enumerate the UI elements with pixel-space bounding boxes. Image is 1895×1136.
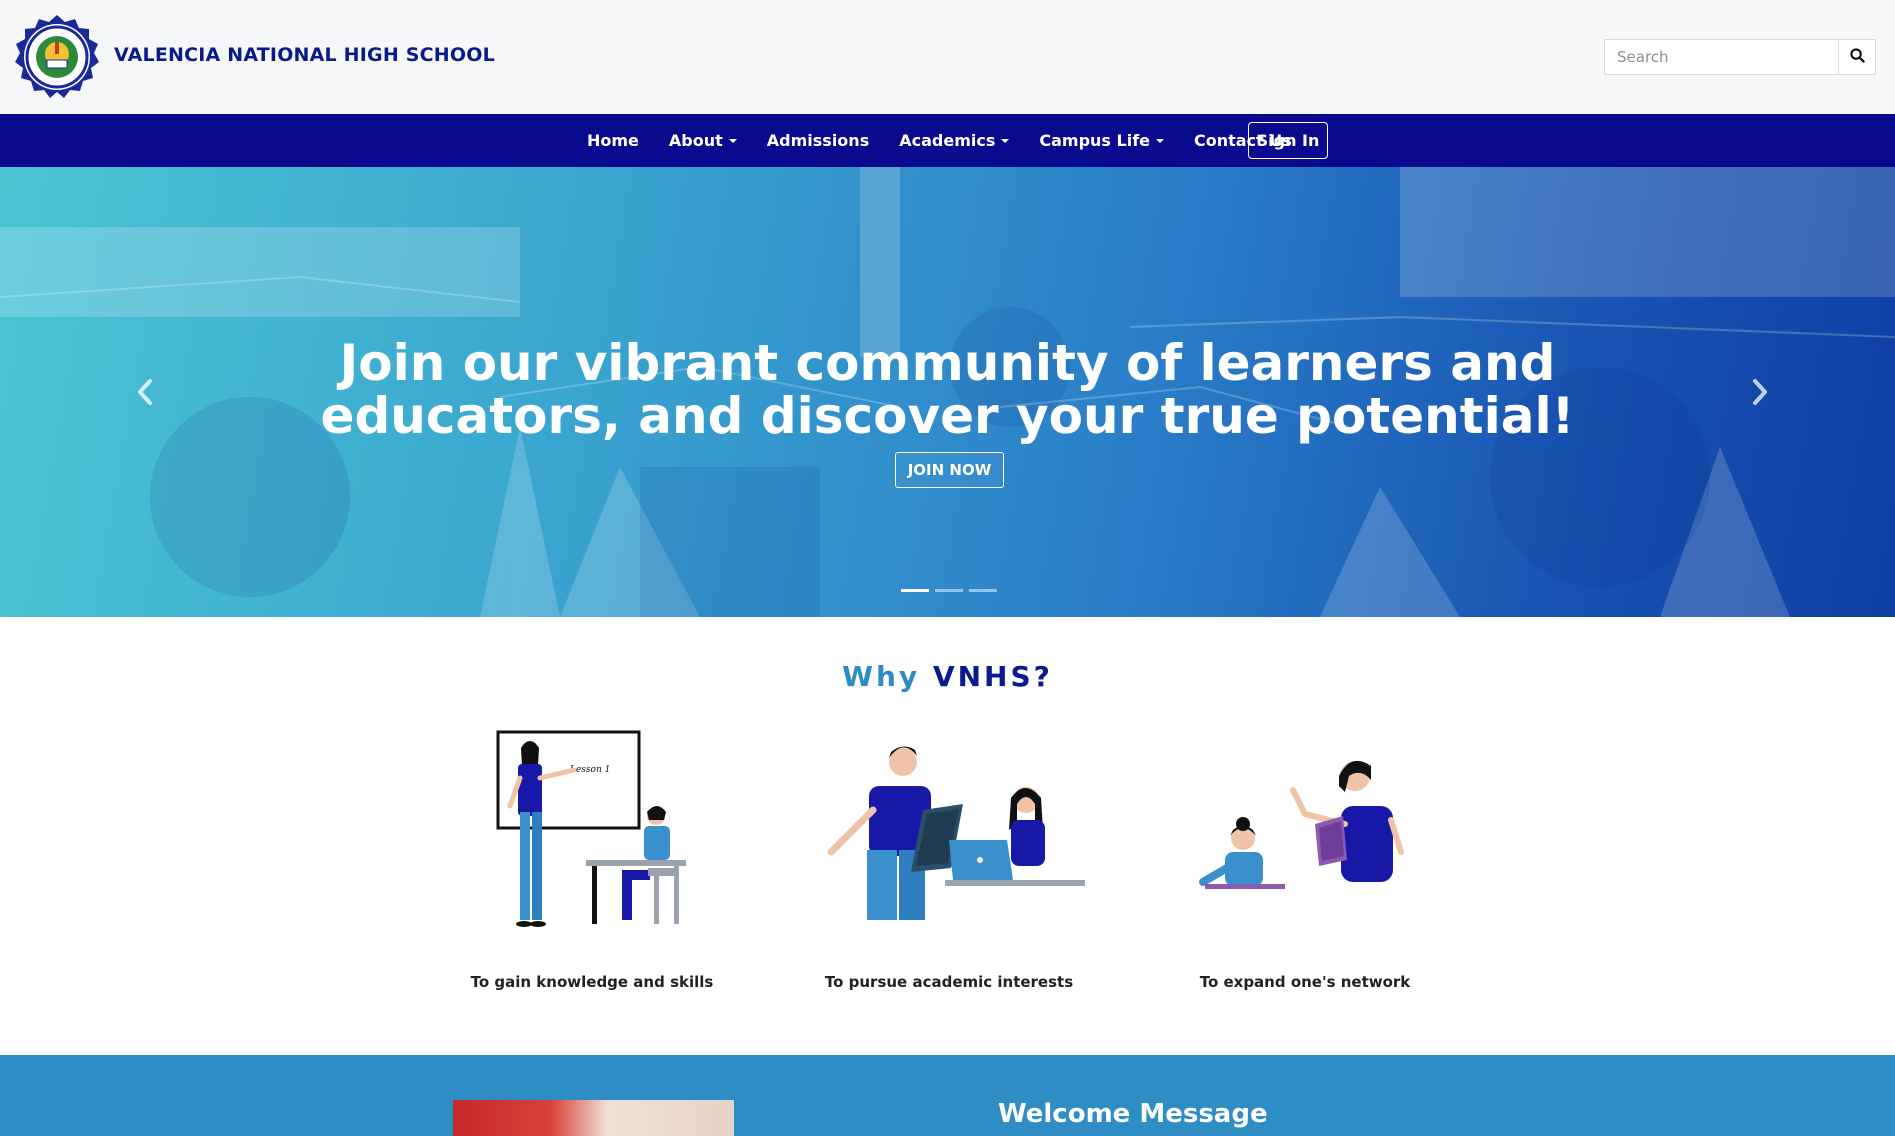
nav-item-label: Campus Life	[1039, 131, 1150, 150]
hero-heading-line-1: Join our vibrant community of learners a…	[339, 334, 1556, 392]
hero-heading: Join our vibrant community of learners a…	[200, 337, 1695, 443]
carousel-prev-button[interactable]	[130, 367, 160, 417]
hero-carousel: Join our vibrant community of learners a…	[0, 167, 1895, 617]
teacher-whiteboard-illustration: Lesson 1	[496, 730, 686, 927]
why-card-academic: To pursue academic interests	[799, 720, 1099, 991]
sign-in-button[interactable]: Sign In	[1248, 122, 1328, 159]
main-navbar: Home About Admissions Academics Campus L…	[0, 114, 1895, 167]
why-title-part-1: Why	[842, 660, 921, 693]
carousel-indicators	[901, 589, 997, 592]
search-button[interactable]	[1838, 39, 1876, 75]
why-section-title: Why VNHS?	[0, 660, 1895, 693]
why-card-network: To expand one's network	[1155, 720, 1455, 991]
welcome-section: Welcome Message	[0, 1055, 1895, 1136]
nav-item-about[interactable]: About	[654, 131, 752, 150]
why-card-caption: To gain knowledge and skills	[470, 973, 714, 991]
hero-heading-line-2: educators, and discover your true potent…	[320, 387, 1575, 445]
nav-item-label: Admissions	[766, 131, 870, 150]
chevron-left-icon	[138, 379, 152, 405]
why-title-part-2: VNHS?	[932, 660, 1053, 693]
nav-item-label: Academics	[899, 131, 996, 150]
why-card-caption: To expand one's network	[1199, 973, 1411, 991]
nav-item-label: Home	[587, 131, 639, 150]
students-tablet-laptop-illustration	[827, 746, 1085, 920]
nav-menu: Home About Admissions Academics Campus L…	[572, 114, 1307, 167]
caret-down-icon	[1001, 138, 1010, 143]
principal-photo	[453, 1100, 734, 1136]
carousel-next-button[interactable]	[1745, 367, 1775, 417]
nav-item-academics[interactable]: Academics	[884, 131, 1024, 150]
caret-down-icon	[728, 138, 737, 143]
search-icon	[1849, 47, 1865, 67]
carousel-indicator-2[interactable]	[935, 589, 963, 592]
welcome-heading: Welcome Message	[998, 1099, 1268, 1129]
school-seal-logo[interactable]	[14, 14, 100, 100]
nav-item-label: About	[668, 131, 723, 150]
nav-item-home[interactable]: Home	[572, 131, 654, 150]
search-input[interactable]	[1604, 39, 1838, 75]
search-bar	[1604, 39, 1876, 75]
join-now-button[interactable]: JOIN NOW	[895, 452, 1004, 488]
why-card-caption: To pursue academic interests	[824, 973, 1074, 991]
why-card-knowledge: Lesson 1 To gain knowledge and skills	[442, 720, 742, 991]
site-header: VALENCIA NATIONAL HIGH SCHOOL	[0, 0, 1895, 114]
nav-item-admissions[interactable]: Admissions	[752, 131, 884, 150]
carousel-indicator-1[interactable]	[901, 589, 929, 592]
school-name[interactable]: VALENCIA NATIONAL HIGH SCHOOL	[114, 44, 495, 66]
nav-item-campus-life[interactable]: Campus Life	[1024, 131, 1179, 150]
carousel-indicator-3[interactable]	[969, 589, 997, 592]
caret-down-icon	[1156, 138, 1164, 143]
teacher-student-book-illustration	[1199, 760, 1404, 889]
chevron-right-icon	[1753, 379, 1767, 405]
